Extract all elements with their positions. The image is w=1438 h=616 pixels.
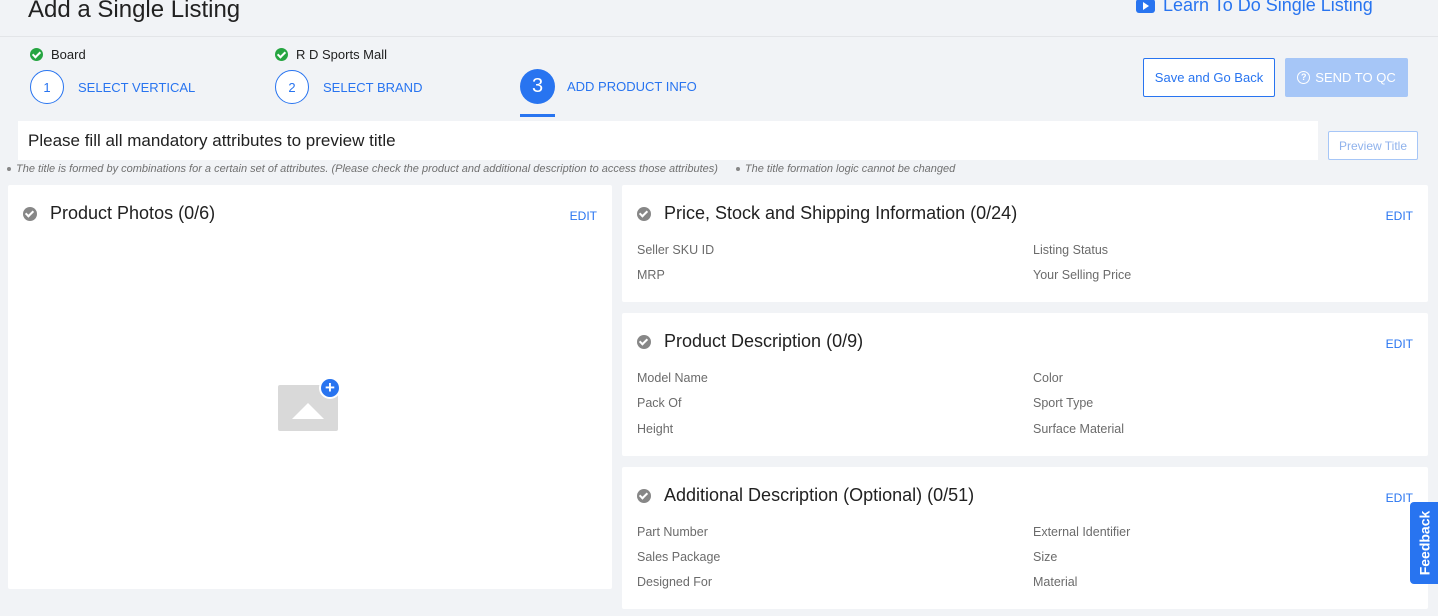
step-select-vertical[interactable]: 1 SELECT VERTICAL — [30, 70, 195, 104]
add-photo-icon[interactable]: + — [319, 377, 341, 399]
send-to-qc-label: SEND TO QC — [1315, 70, 1396, 85]
edit-photos-link[interactable]: EDIT — [570, 209, 597, 223]
step-number-circle-active: 3 — [520, 69, 555, 104]
selected-brand-label: R D Sports Mall — [296, 47, 388, 62]
attribute-label: External Identifier — [1033, 525, 1131, 539]
attribute-label: Color — [1033, 371, 1063, 385]
check-circle-icon — [275, 48, 288, 61]
note-text: The title formation logic cannot be chan… — [744, 163, 956, 175]
edit-price-link[interactable]: EDIT — [1386, 209, 1413, 223]
attribute-label: Seller SKU ID — [637, 243, 715, 257]
title-notes: The title is formed by combinations for … — [7, 163, 955, 175]
note-text: The title is formed by combinations for … — [16, 163, 718, 175]
edit-description-link[interactable]: EDIT — [1386, 337, 1413, 351]
card-title: Additional Description (Optional) (0/51) — [664, 485, 975, 505]
attribute-label: Model Name — [637, 371, 708, 385]
bullet-icon — [735, 167, 740, 171]
attribute-label: Height — [637, 422, 674, 436]
note-item: The title is formed by combinations for … — [7, 163, 718, 175]
step-2-selected-value: R D Sports Mall — [275, 47, 387, 62]
check-circle-icon — [30, 48, 43, 61]
preview-title-button[interactable]: Preview Title — [1328, 131, 1418, 160]
title-preview-field: Please fill all mandatory attributes to … — [18, 121, 1318, 160]
learn-link-label: Learn To Do Single Listing — [1163, 0, 1373, 15]
help-icon: ? — [1297, 71, 1311, 84]
status-check-icon — [637, 206, 651, 221]
additional-description-card: Additional Description (Optional) (0/51)… — [622, 467, 1428, 609]
bullet-icon — [7, 167, 11, 171]
status-check-icon — [23, 206, 37, 221]
send-to-qc-button[interactable]: ? SEND TO QC — [1285, 58, 1408, 97]
product-description-card: Product Description (0/9) EDIT Model Nam… — [622, 313, 1428, 456]
card-title: Product Description (0/9) — [664, 331, 864, 351]
card-header: Product Description (0/9) — [637, 331, 863, 352]
learn-single-listing-link[interactable]: Learn To Do Single Listing — [1136, 0, 1373, 16]
step-1-selected-value: Board — [30, 47, 86, 62]
edit-additional-link[interactable]: EDIT — [1386, 491, 1413, 505]
mountain-shape — [292, 403, 324, 419]
note-item: The title formation logic cannot be chan… — [735, 163, 956, 175]
save-and-go-back-button[interactable]: Save and Go Back — [1143, 58, 1275, 97]
attribute-label: Size — [1033, 550, 1058, 564]
active-step-indicator — [520, 114, 555, 117]
product-photos-card: Product Photos (0/6) EDIT + — [8, 185, 612, 589]
attribute-label: Material — [1033, 575, 1078, 589]
step-label: ADD PRODUCT INFO — [567, 79, 697, 94]
card-header: Product Photos (0/6) — [23, 203, 215, 224]
attribute-label: Your Selling Price — [1033, 268, 1132, 282]
attribute-label: Pack Of — [637, 396, 682, 410]
step-number-circle: 1 — [30, 70, 64, 104]
attribute-label: Surface Material — [1033, 422, 1125, 436]
card-title: Price, Stock and Shipping Information (0… — [664, 203, 1018, 223]
feedback-tab[interactable]: Feedback — [1410, 502, 1438, 584]
feedback-label: Feedback — [1416, 510, 1432, 576]
page-header: Add a Single Listing Learn To Do Single … — [0, 0, 1438, 37]
attribute-label: Sales Package — [637, 550, 721, 564]
page-title: Add a Single Listing — [28, 0, 241, 23]
selected-vertical-label: Board — [51, 47, 86, 62]
attribute-label: Part Number — [637, 525, 708, 539]
card-header: Additional Description (Optional) (0/51) — [637, 485, 974, 506]
step-add-product-info[interactable]: 3 ADD PRODUCT INFO — [520, 69, 697, 104]
attribute-label: Sport Type — [1033, 396, 1094, 410]
step-label: SELECT VERTICAL — [78, 79, 196, 95]
step-number-circle: 2 — [275, 70, 309, 104]
step-label: SELECT BRAND — [323, 79, 423, 95]
stepper: Board R D Sports Mall 1 SELECT VERTICAL … — [0, 38, 1438, 120]
status-check-icon — [637, 488, 651, 503]
attribute-label: Designed For — [637, 575, 713, 589]
card-title: Product Photos (0/6) — [50, 203, 216, 223]
card-header: Price, Stock and Shipping Information (0… — [637, 203, 1017, 224]
video-play-icon — [1136, 0, 1155, 13]
price-stock-shipping-card: Price, Stock and Shipping Information (0… — [622, 185, 1428, 302]
status-check-icon — [637, 334, 651, 349]
step-select-brand[interactable]: 2 SELECT BRAND — [275, 70, 422, 104]
attribute-label: Listing Status — [1033, 243, 1109, 257]
attribute-label: MRP — [637, 268, 665, 282]
